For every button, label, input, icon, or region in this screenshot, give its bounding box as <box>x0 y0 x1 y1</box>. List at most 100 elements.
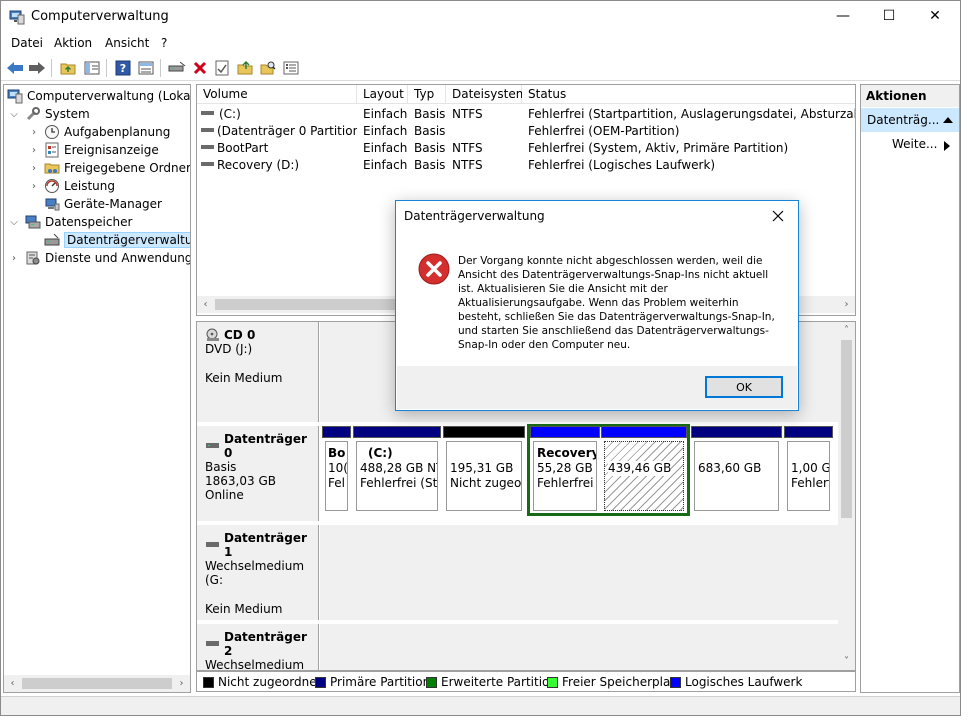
disk-status: Kein Medium <box>205 602 283 616</box>
disk-status: Kein Medium <box>205 371 283 385</box>
close-button[interactable]: ✕ <box>912 1 958 32</box>
partition-683[interactable]: 683,60 GB <box>691 426 782 514</box>
folder-share-icon[interactable] <box>235 58 255 78</box>
tree-horizontal-scrollbar[interactable]: ‹ › <box>4 675 190 692</box>
check-properties-icon[interactable] <box>212 58 232 78</box>
partition-recovery[interactable]: Recovery 55,28 GB N Fehlerfrei ( <box>530 426 600 514</box>
clock-icon <box>44 124 60 140</box>
delete-icon[interactable] <box>190 58 210 78</box>
volume-type: Basis <box>414 124 446 138</box>
partition-unallocated[interactable]: 195,31 GB Nicht zugeor <box>443 426 525 514</box>
tree-item-freigegebene-ordner[interactable]: Freigegebene Ordner <box>44 159 190 177</box>
tree-item-dienste[interactable]: Dienste und Anwendungen <box>25 249 190 267</box>
tree-item-leistung[interactable]: Leistung <box>44 177 115 195</box>
disk-type: DVD (J:) <box>205 342 253 356</box>
partition-body: 1,00 GE Fehlerf <box>787 441 830 511</box>
search-folder-icon[interactable] <box>258 58 278 78</box>
column-header-typ[interactable]: Typ <box>408 85 446 104</box>
options-list-icon[interactable] <box>281 58 301 78</box>
tree-item-datentraegerverwaltung[interactable]: Datenträgerverwaltung <box>44 231 190 249</box>
column-header-status[interactable]: Status <box>522 85 855 104</box>
partition-body: Recovery 55,28 GB N Fehlerfrei ( <box>533 441 597 511</box>
chevron-right-icon[interactable]: › <box>29 123 39 141</box>
partition-name <box>791 446 826 461</box>
tree-item-root[interactable]: Computerverwaltung (Lokal) <box>7 87 190 105</box>
properties-pane-icon[interactable] <box>136 58 156 78</box>
ok-button[interactable]: OK <box>705 376 783 398</box>
disk-area-disk1 <box>320 525 840 620</box>
volume-filesystem: NTFS <box>452 107 483 121</box>
legend-item: Logisches Laufwerk <box>670 675 802 689</box>
maximize-button[interactable]: ☐ <box>866 1 912 32</box>
chevron-down-icon[interactable]: ⌵ <box>9 105 19 123</box>
partition-bootpart[interactable]: Bo 10( Fel <box>322 426 351 514</box>
title-bar: Computerverwaltung — ☐ ✕ <box>1 1 960 32</box>
scroll-up-icon[interactable]: ˄ <box>838 322 855 339</box>
back-arrow-icon[interactable] <box>5 58 25 78</box>
partition-status: Nicht zugeor <box>450 476 522 490</box>
help-icon[interactable]: ? <box>113 58 133 78</box>
show-hide-tree-icon[interactable] <box>82 58 102 78</box>
chevron-down-icon[interactable]: ⌵ <box>9 213 19 231</box>
column-header-dateisystem[interactable]: Dateisystem <box>446 85 527 104</box>
folder-up-icon[interactable] <box>58 58 78 78</box>
tree-item-geraete-manager[interactable]: Geräte-Manager <box>44 195 162 213</box>
disk-label-disk1[interactable]: Datenträger 1 Wechselmedium (G: Kein Med… <box>197 525 319 620</box>
column-header-volume[interactable]: Volume <box>197 85 357 104</box>
volume-status: Fehlerfrei (Startpartition, Auslagerungs… <box>528 107 855 121</box>
graph-vertical-scrollbar[interactable]: ˄ ˅ <box>838 322 855 670</box>
forward-arrow-icon[interactable] <box>27 58 47 78</box>
error-dialog: Datenträgerverwaltung Der Vorgang konnte… <box>395 200 799 411</box>
chevron-right-icon[interactable]: › <box>29 159 39 177</box>
scroll-left-icon[interactable]: ‹ <box>4 675 21 692</box>
partition-logical-439[interactable]: 439,46 GB <box>601 426 687 514</box>
disk-label-cd0[interactable]: CD 0 DVD (J:) Kein Medium <box>197 322 319 422</box>
tree-item-datenspeicher[interactable]: Datenspeicher <box>25 213 132 231</box>
tree-item-ereignisanzeige[interactable]: Ereignisanzeige <box>44 141 159 159</box>
legend-swatch <box>315 676 326 688</box>
scroll-right-icon[interactable]: › <box>173 675 190 692</box>
actions-more[interactable]: Weite... <box>892 137 937 151</box>
hard-disk-icon <box>205 440 221 452</box>
menu-datei[interactable]: Datei <box>11 36 43 50</box>
drive-icon <box>201 123 215 140</box>
disk-management-icon <box>44 232 60 248</box>
scroll-left-icon[interactable]: ‹ <box>197 296 214 313</box>
scrollbar-thumb[interactable] <box>841 340 852 518</box>
disk-name: Datenträger 1 <box>224 531 307 559</box>
tree-item-system[interactable]: System <box>25 105 90 123</box>
disk-status: Online <box>205 488 244 502</box>
tree-item-aufgabenplanung[interactable]: Aufgabenplanung <box>44 123 170 141</box>
dialog-footer: OK <box>397 366 797 409</box>
menu-ansicht[interactable]: Ansicht <box>105 36 149 50</box>
disk-label-disk0[interactable]: Datenträger 0 Basis 1863,03 GB Online <box>197 426 319 521</box>
collapse-up-icon[interactable] <box>941 113 955 127</box>
scrollbar-thumb[interactable] <box>22 678 172 689</box>
partition-c[interactable]: (C:) 488,28 GB NTF Fehlerfrei (Star <box>353 426 441 514</box>
connect-drive-icon[interactable] <box>167 58 187 78</box>
partition-1gb[interactable]: 1,00 GE Fehlerf <box>784 426 833 514</box>
partition-size: 488,28 GB NTF <box>360 461 437 475</box>
dialog-close-icon[interactable] <box>764 203 792 229</box>
minimize-button[interactable]: — <box>820 1 866 32</box>
partition-bar <box>530 426 600 438</box>
disk-label-disk2[interactable]: Datenträger 2 Wechselmedium (H: <box>197 624 319 671</box>
partition-body: Bo 10( Fel <box>325 441 348 511</box>
menu-help[interactable]: ? <box>161 36 167 50</box>
disk-name: Datenträger 0 <box>224 432 307 460</box>
menu-aktion[interactable]: Aktion <box>54 36 92 50</box>
disk-type: Wechselmedium (H: <box>205 658 305 671</box>
chevron-right-icon[interactable]: › <box>9 249 19 267</box>
hard-disk-icon <box>205 539 221 551</box>
volume-name: Recovery (D:) <box>217 158 300 172</box>
partition-bar <box>601 426 687 438</box>
scroll-down-icon[interactable]: ˅ <box>838 653 855 670</box>
volume-status: Fehlerfrei (OEM-Partition) <box>528 124 680 138</box>
legend-swatch <box>426 676 437 688</box>
column-header-layout[interactable]: Layout <box>357 85 408 104</box>
dialog-title: Datenträgerverwaltung <box>404 209 545 223</box>
chevron-right-icon[interactable]: › <box>29 177 39 195</box>
scroll-right-icon[interactable]: › <box>838 296 855 313</box>
tree-label: Datenspeicher <box>45 215 133 229</box>
chevron-right-icon[interactable]: › <box>29 141 39 159</box>
